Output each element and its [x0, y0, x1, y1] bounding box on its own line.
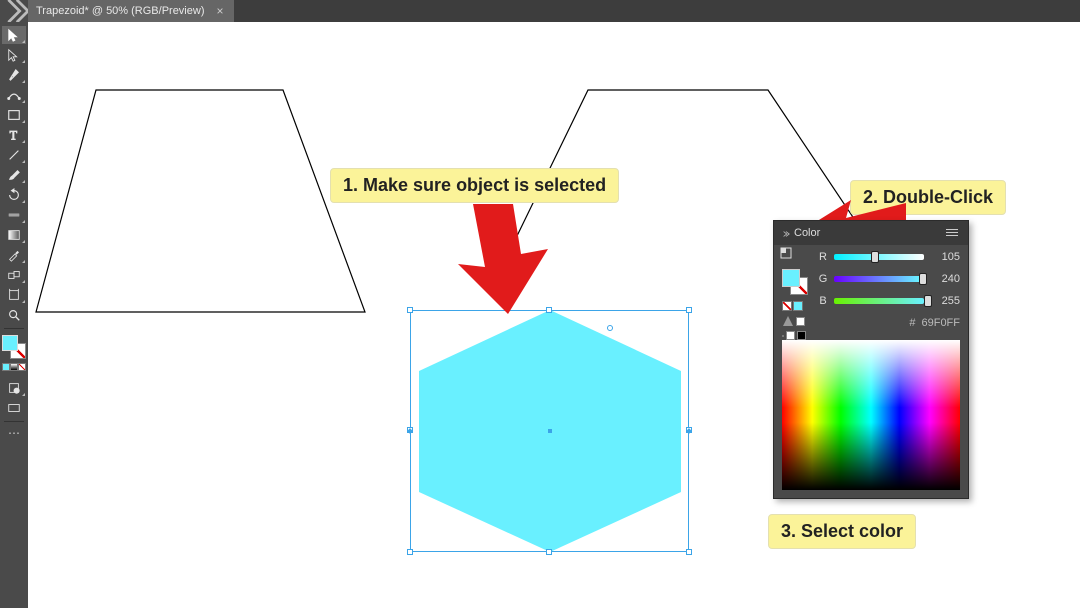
- white-swatch-icon[interactable]: [796, 317, 805, 326]
- slider-g[interactable]: [834, 276, 924, 282]
- resize-handle-s[interactable]: [546, 549, 552, 555]
- rotate-tool[interactable]: [2, 186, 26, 204]
- polygon-widget-icon[interactable]: [607, 325, 613, 331]
- toolbar-separator: [4, 328, 24, 329]
- document-tab[interactable]: Trapezoid* @ 50% (RGB/Preview) ×: [28, 0, 234, 22]
- tab-close-button[interactable]: ×: [214, 4, 225, 18]
- arrow-step1-icon: [453, 194, 573, 334]
- resize-handle-sw[interactable]: [407, 549, 413, 555]
- slider-b-knob[interactable]: [924, 295, 932, 307]
- slider-g-knob[interactable]: [919, 273, 927, 285]
- rectangle-tool[interactable]: [2, 106, 26, 124]
- white-swatch2[interactable]: [786, 331, 795, 340]
- direct-selection-tool[interactable]: [2, 46, 26, 64]
- paintbrush-tool[interactable]: [2, 166, 26, 184]
- slider-r-value[interactable]: 105: [930, 251, 960, 263]
- selection-tool[interactable]: [2, 26, 26, 44]
- canvas[interactable]: 1. Make sure object is selected 2. Doubl…: [28, 22, 1080, 608]
- width-tool[interactable]: [2, 206, 26, 224]
- slider-g-value[interactable]: 240: [930, 273, 960, 285]
- selection-center-icon: [548, 429, 552, 433]
- panel-swatches: [782, 251, 812, 340]
- last-color-icon[interactable]: [793, 301, 803, 311]
- tools-panel: T ⋯: [0, 22, 28, 608]
- color-mode-solid[interactable]: [2, 363, 10, 371]
- color-mode-none[interactable]: [18, 363, 26, 371]
- out-of-gamut-icon[interactable]: [782, 315, 794, 327]
- color-panel-body: R 105 G 240 B 255 # 69F0FF: [774, 245, 968, 498]
- color-panel-header[interactable]: Color: [774, 221, 968, 245]
- none-swatch-icon[interactable]: [782, 301, 792, 311]
- resize-handle-se[interactable]: [686, 549, 692, 555]
- slider-b[interactable]: [834, 298, 924, 304]
- edit-toolbar-button[interactable]: ⋯: [2, 424, 26, 442]
- hex-prefix: #: [909, 317, 915, 329]
- fill-color-swatch[interactable]: [2, 335, 18, 351]
- document-tab-title: Trapezoid* @ 50% (RGB/Preview): [36, 5, 204, 17]
- panel-fill-swatch[interactable]: [782, 269, 800, 287]
- expand-panels-button[interactable]: [0, 0, 28, 22]
- resize-handle-ne[interactable]: [686, 307, 692, 313]
- slider-r-knob[interactable]: [871, 251, 879, 263]
- channel-b-label: B: [818, 295, 828, 307]
- channel-g-label: G: [818, 273, 828, 285]
- type-tool[interactable]: T: [2, 126, 26, 144]
- channel-r-label: R: [818, 251, 828, 263]
- screen-mode-tool[interactable]: [2, 399, 26, 417]
- color-panel-title: Color: [794, 227, 820, 239]
- resize-handle-nw[interactable]: [407, 307, 413, 313]
- eyedropper-tool[interactable]: [2, 246, 26, 264]
- color-panel[interactable]: Color: [773, 220, 969, 499]
- fill-stroke-swatch[interactable]: [2, 335, 26, 361]
- none-swatch-icon2[interactable]: [782, 335, 784, 337]
- svg-text:T: T: [10, 128, 18, 142]
- color-mode-gradient[interactable]: [10, 363, 18, 371]
- blend-tool[interactable]: [2, 266, 26, 284]
- zoom-tool[interactable]: [2, 306, 26, 324]
- artboard-tool[interactable]: [2, 286, 26, 304]
- slider-r[interactable]: [834, 254, 924, 260]
- callout-step3: 3. Select color: [768, 514, 916, 549]
- rgb-sliders: R 105 G 240 B 255 # 69F0FF: [818, 251, 960, 329]
- toolbar-separator: [4, 421, 24, 422]
- collapse-icon[interactable]: [782, 230, 790, 238]
- selection-bounding-box: [410, 310, 689, 552]
- gradient-tool[interactable]: [2, 226, 26, 244]
- color-theme-icon[interactable]: [780, 247, 792, 259]
- hex-value[interactable]: 69F0FF: [921, 317, 960, 329]
- slider-b-value[interactable]: 255: [930, 295, 960, 307]
- panel-menu-button[interactable]: [946, 225, 962, 239]
- document-tab-bar: Trapezoid* @ 50% (RGB/Preview) ×: [0, 0, 1080, 22]
- pen-tool[interactable]: [2, 66, 26, 84]
- color-mode-row: [2, 363, 26, 375]
- black-swatch[interactable]: [797, 331, 806, 340]
- curvature-tool[interactable]: [2, 86, 26, 104]
- trapezoid-left[interactable]: [36, 90, 365, 312]
- draw-mode-tool[interactable]: [2, 379, 26, 397]
- line-segment-tool[interactable]: [2, 146, 26, 164]
- color-spectrum[interactable]: [782, 340, 960, 490]
